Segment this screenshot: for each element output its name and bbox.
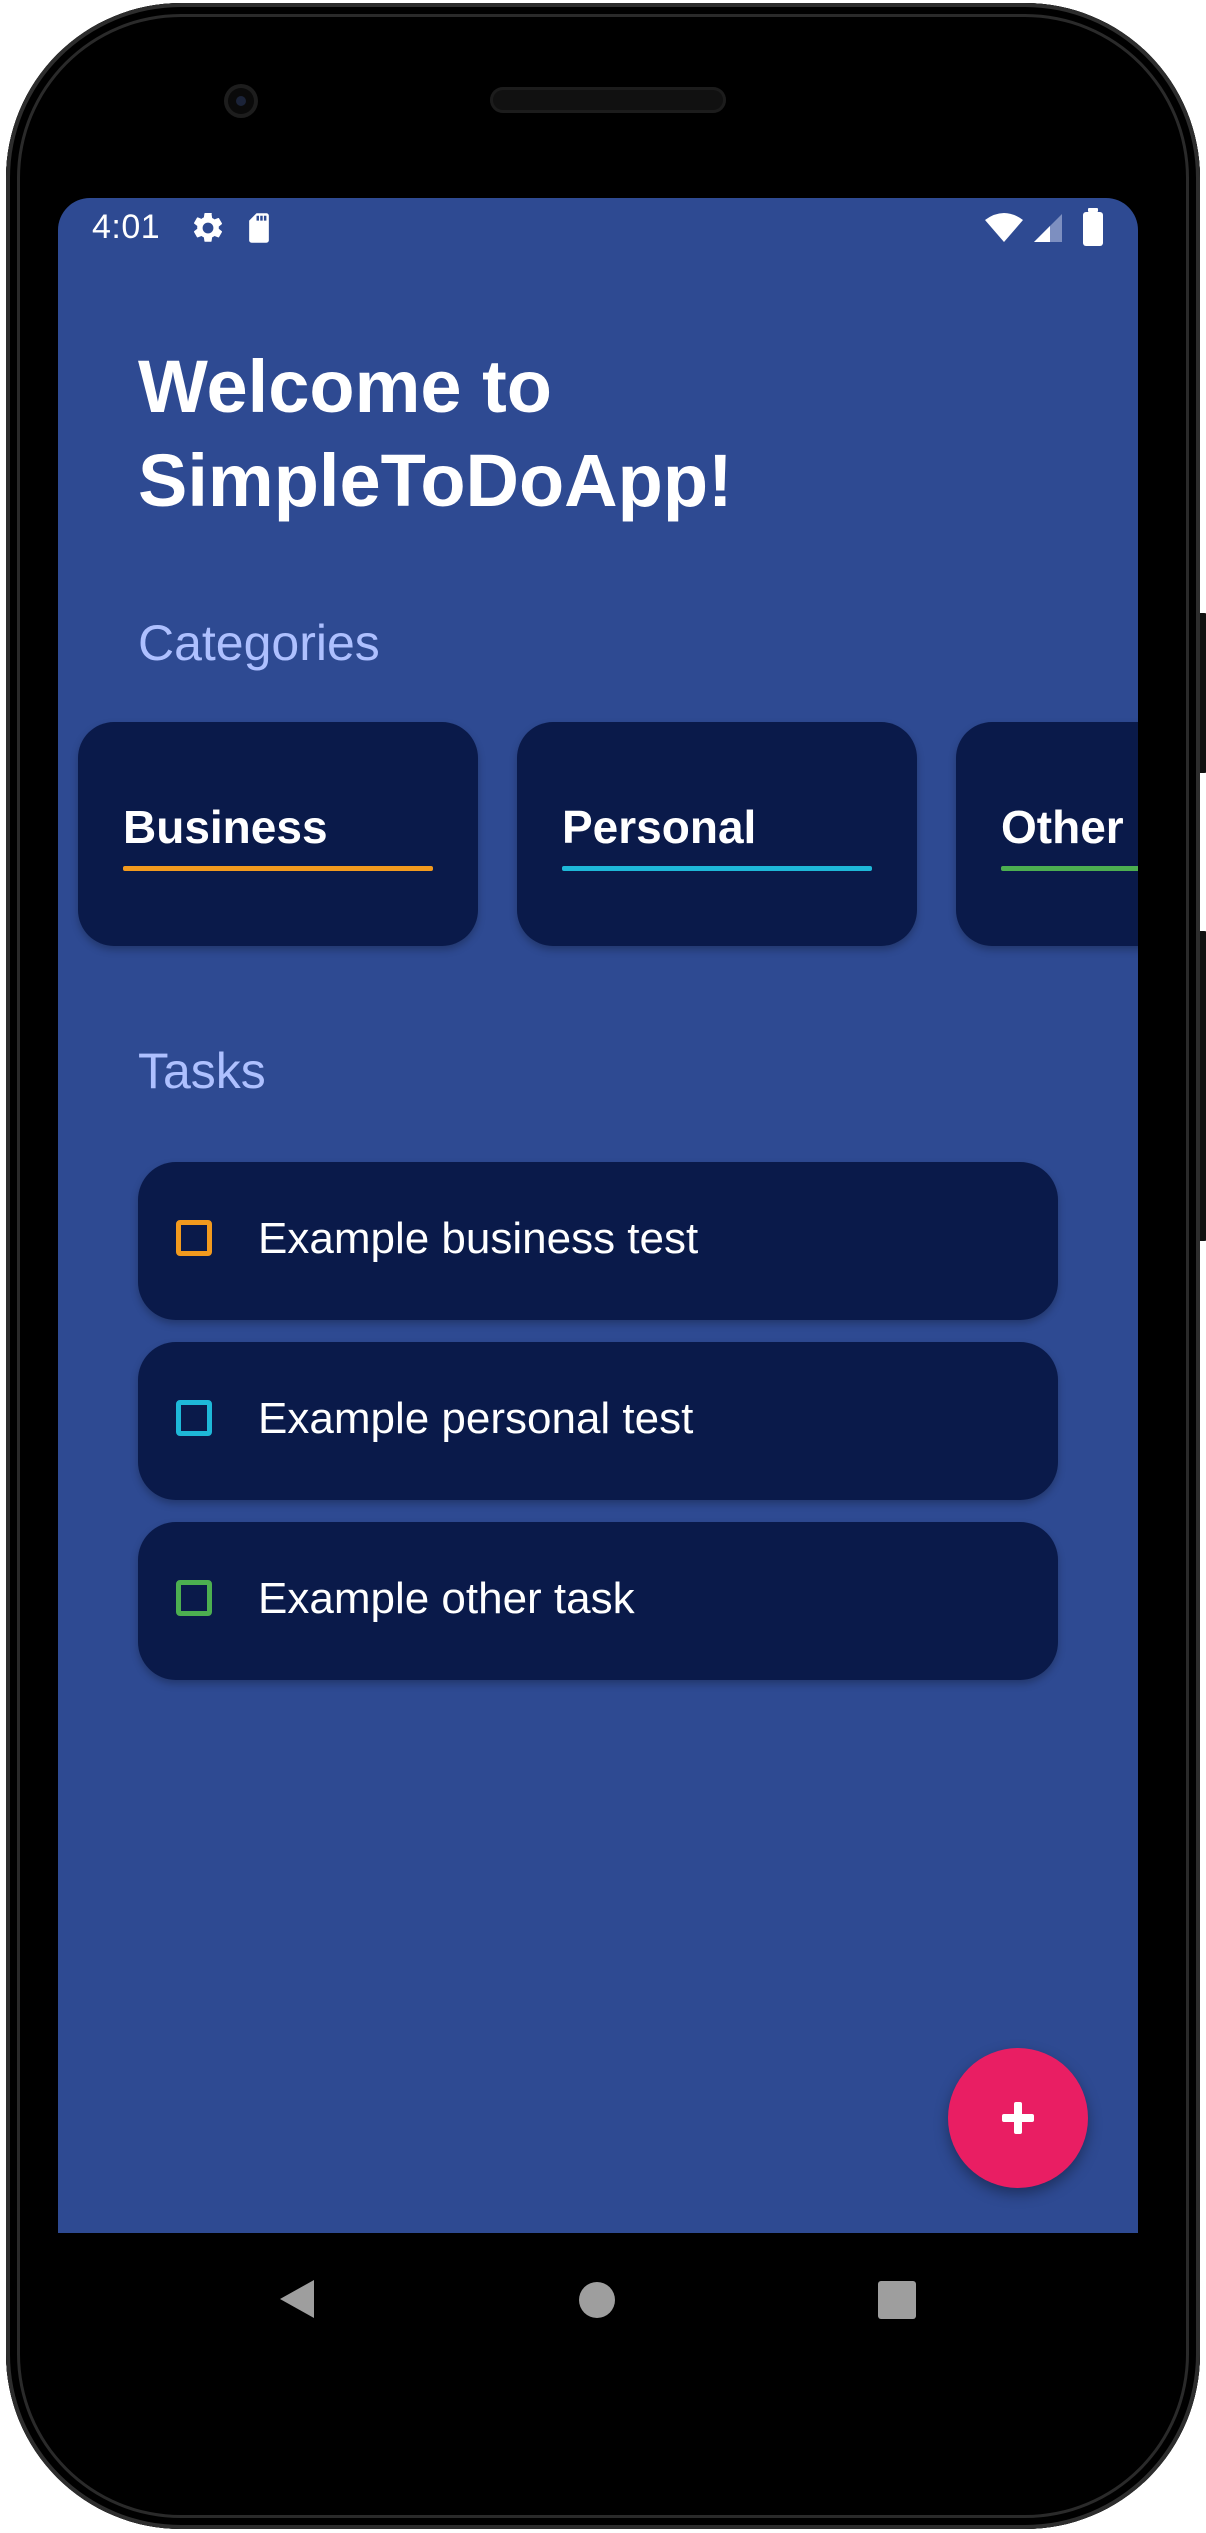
category-underline xyxy=(1001,866,1138,871)
title-line-1: Welcome to xyxy=(138,345,552,428)
navigation-bar xyxy=(58,2233,1138,2363)
wifi-icon xyxy=(984,212,1024,249)
earpiece-speaker xyxy=(490,87,726,113)
power-button xyxy=(1200,613,1206,773)
sd-card-icon xyxy=(244,212,274,249)
category-underline xyxy=(123,866,433,871)
home-icon[interactable] xyxy=(578,2281,616,2324)
status-bar: 4:01 xyxy=(58,198,1138,258)
status-time: 4:01 xyxy=(92,208,161,246)
category-card-business[interactable]: Business xyxy=(78,722,478,946)
page-title: Welcome to SimpleToDoApp! xyxy=(138,340,1038,528)
category-card-other[interactable]: Other xyxy=(956,722,1138,946)
signal-icon xyxy=(1030,212,1064,249)
title-line-2: SimpleToDoApp! xyxy=(138,439,733,522)
category-label: Other xyxy=(1001,801,1124,853)
task-item[interactable]: Example business test xyxy=(138,1162,1058,1320)
gear-icon xyxy=(190,210,226,251)
task-label: Example personal test xyxy=(258,1394,694,1443)
task-checkbox[interactable] xyxy=(176,1400,212,1436)
app-screen: 4:01 Welcome to SimpleToDoApp! Categorie… xyxy=(58,198,1138,2233)
category-label: Business xyxy=(123,801,328,853)
categories-label: Categories xyxy=(138,615,380,671)
category-card-personal[interactable]: Personal xyxy=(517,722,917,946)
battery-icon xyxy=(1082,208,1104,251)
task-checkbox[interactable] xyxy=(176,1580,212,1616)
volume-button xyxy=(1200,931,1206,1241)
back-icon[interactable] xyxy=(276,2278,316,2325)
task-item[interactable]: Example other task xyxy=(138,1522,1058,1680)
category-underline xyxy=(562,866,872,871)
tasks-label: Tasks xyxy=(138,1043,266,1099)
add-task-button[interactable] xyxy=(948,2048,1088,2188)
recents-icon[interactable] xyxy=(878,2281,916,2324)
plus-icon xyxy=(1002,2102,1034,2134)
task-checkbox[interactable] xyxy=(176,1220,212,1256)
task-item[interactable]: Example personal test xyxy=(138,1342,1058,1500)
task-label: Example business test xyxy=(258,1214,699,1263)
task-label: Example other task xyxy=(258,1574,635,1623)
front-camera xyxy=(224,84,258,118)
category-label: Personal xyxy=(562,801,757,853)
